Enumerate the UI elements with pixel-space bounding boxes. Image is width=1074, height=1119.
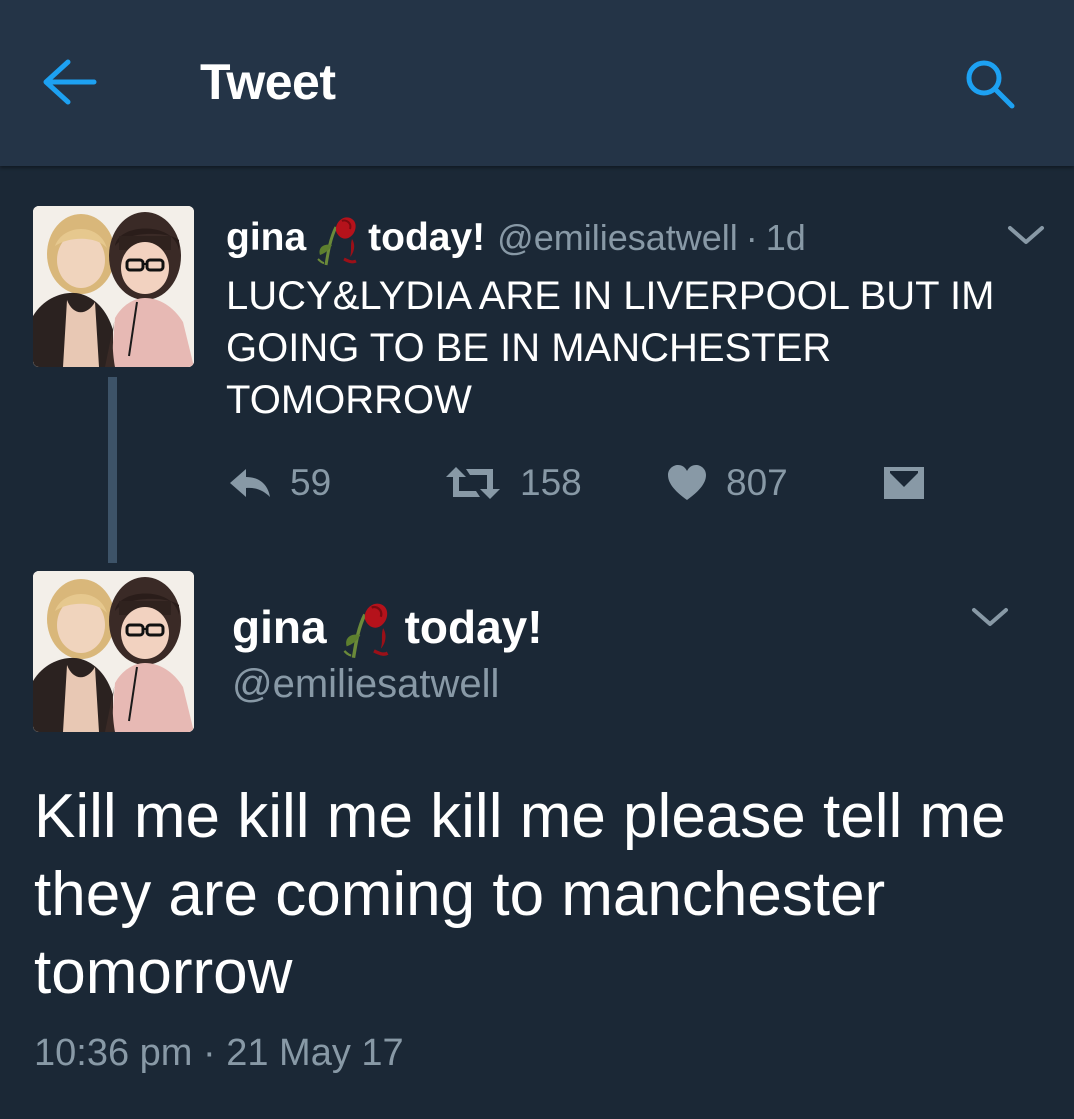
reply-icon [230, 469, 270, 497]
reply-count: 59 [290, 462, 332, 503]
like-count: 807 [726, 462, 788, 503]
time-ago: 1d [765, 217, 806, 258]
search-button[interactable] [960, 56, 1020, 112]
top-bar: Tweet [0, 0, 1074, 166]
avatar[interactable] [33, 571, 194, 732]
search-icon [966, 60, 1015, 109]
retweet-button[interactable]: 158 [444, 455, 582, 511]
arrow-left-icon [43, 59, 97, 105]
chevron-down-icon [972, 608, 1008, 626]
envelope-icon [884, 467, 924, 499]
tweet-menu-button[interactable] [970, 604, 1010, 630]
tweet-text: LUCY&LYDIA ARE IN LIVERPOOL BUT IM GOING… [226, 274, 995, 422]
reply-button[interactable]: 59 [226, 455, 331, 511]
tweet-text: Kill me kill me kill me please tell me t… [34, 782, 1006, 1007]
avatar[interactable] [33, 206, 194, 367]
tweet-menu-button[interactable] [1006, 222, 1046, 248]
wilted-rose-emoji-icon [316, 215, 358, 267]
main-tweet-header: gina today! [232, 594, 543, 660]
parent-tweet-header: gina today! @emiliesatwell · 1d [226, 208, 806, 268]
avatar-image [33, 571, 194, 732]
display-name-suffix[interactable]: today! [405, 600, 543, 654]
tweet-timestamp: 10:36 pm · 21 May 17 [34, 1032, 404, 1074]
display-name[interactable]: gina [226, 216, 306, 260]
user-handle[interactable]: @emiliesatwell [232, 662, 499, 707]
back-button[interactable] [40, 56, 98, 108]
display-name[interactable]: gina [232, 600, 327, 654]
separator-dot: · [745, 217, 758, 258]
tweet-actions: 59 158 807 [226, 455, 986, 511]
wilted-rose-emoji-icon [342, 601, 389, 660]
display-name-suffix[interactable]: today! [368, 216, 485, 260]
chevron-down-icon [1008, 226, 1044, 244]
user-handle[interactable]: @emiliesatwell [497, 217, 738, 259]
heart-icon [668, 465, 706, 500]
like-button[interactable]: 807 [666, 455, 788, 511]
retweet-icon [446, 467, 500, 499]
retweet-count: 158 [520, 462, 582, 503]
thread-connector [108, 377, 117, 563]
page-title: Tweet [200, 54, 336, 110]
direct-message-button[interactable] [882, 455, 926, 511]
avatar-image [33, 206, 194, 367]
